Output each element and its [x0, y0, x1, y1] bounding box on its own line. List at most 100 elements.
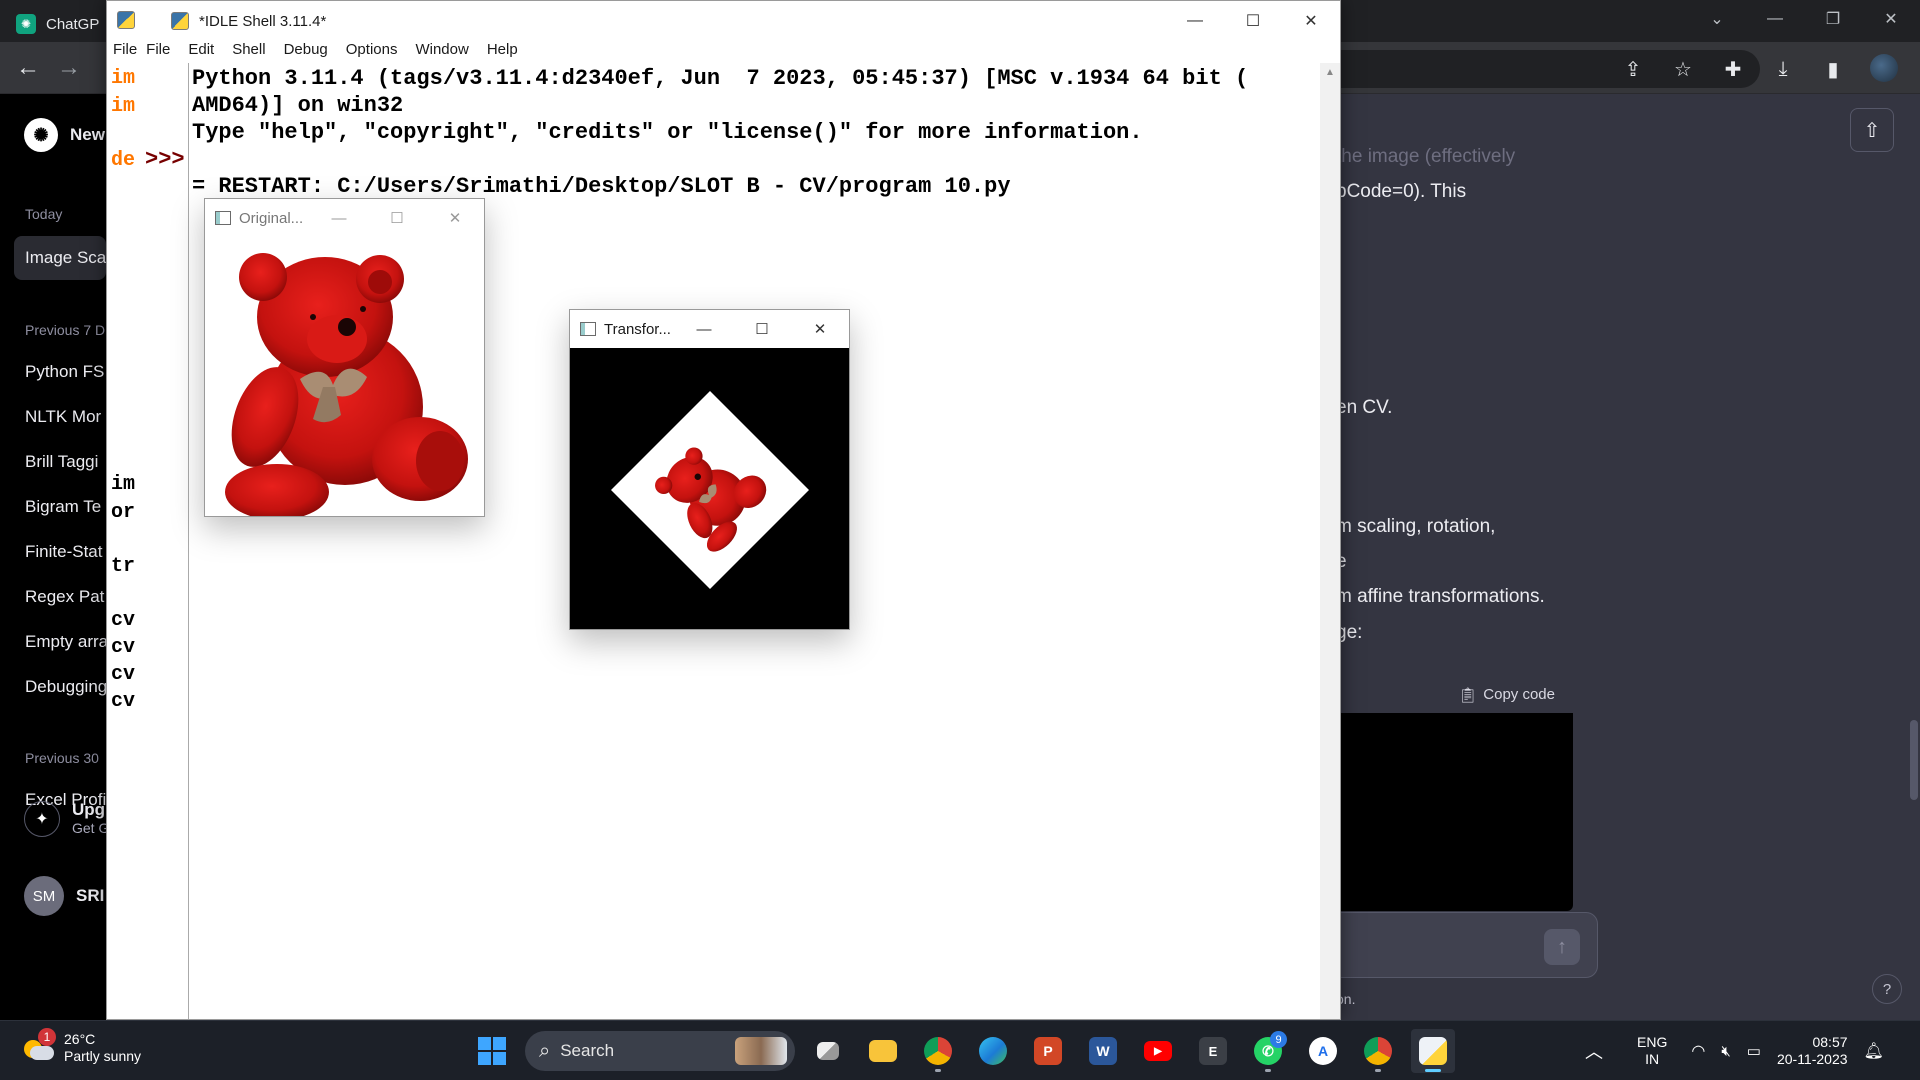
- send-button[interactable]: ↑: [1544, 929, 1580, 965]
- sidebar-item[interactable]: NLTK Mor: [25, 407, 101, 427]
- share-icon[interactable]: ⇪: [1620, 54, 1646, 84]
- menu-file[interactable]: File: [146, 41, 179, 63]
- close-button[interactable]: ✕: [426, 199, 484, 237]
- editor-code-fragment: tr: [111, 555, 136, 578]
- profile-avatar[interactable]: [1870, 54, 1898, 82]
- scroll-up-arrow-icon[interactable]: ▲: [1325, 67, 1335, 78]
- sidebar-item[interactable]: Regex Pat: [25, 587, 104, 607]
- folder-icon: [869, 1040, 897, 1062]
- word-taskbar-button[interactable]: W: [1081, 1029, 1125, 1073]
- maximize-button[interactable]: ☐: [368, 199, 426, 237]
- sidebar-item-image-scaling[interactable]: Image Sca: [25, 248, 106, 268]
- azure-a-icon: A: [1309, 1037, 1337, 1065]
- chevron-down-icon[interactable]: ⌄: [1688, 0, 1746, 38]
- edge-taskbar-button[interactable]: [971, 1029, 1015, 1073]
- teddy-bear-illustration: [225, 253, 468, 516]
- input-language[interactable]: ENG IN: [1637, 1034, 1667, 1068]
- menu-shell[interactable]: Shell: [223, 41, 274, 63]
- chrome-taskbar-button[interactable]: [916, 1029, 960, 1073]
- upload-icon: ⇧: [1863, 119, 1881, 142]
- menu-help[interactable]: Help: [478, 41, 527, 63]
- download-icon[interactable]: ⤓: [1770, 54, 1796, 84]
- forward-arrow-icon[interactable]: →: [57, 54, 81, 82]
- editor-code-fragment: or: [111, 501, 136, 524]
- sidebar-item[interactable]: Bigram Te: [25, 497, 101, 517]
- back-arrow-icon[interactable]: ←: [16, 54, 40, 82]
- start-button[interactable]: [470, 1029, 514, 1073]
- menu-window[interactable]: Window: [406, 41, 477, 63]
- shell-output[interactable]: Python 3.11.4 (tags/v3.11.4:d2340ef, Jun…: [192, 65, 1248, 200]
- help-button[interactable]: ?: [1872, 974, 1902, 1004]
- close-button[interactable]: ✕: [791, 310, 849, 348]
- menu-file-behind[interactable]: File: [107, 41, 146, 63]
- minimize-button[interactable]: —: [1166, 1, 1224, 41]
- sidebar-item[interactable]: Debugging: [25, 677, 107, 697]
- search-highlight-image: [735, 1037, 787, 1065]
- notification-bell-icon[interactable]: 🔔︎: [1864, 1041, 1884, 1061]
- weather-widget[interactable]: 1 26°C Partly sunny: [22, 1028, 141, 1065]
- extensions-puzzle-icon[interactable]: ✚: [1720, 54, 1746, 84]
- clock[interactable]: 08:57 20-11-2023: [1777, 1034, 1848, 1068]
- menu-options[interactable]: Options: [337, 41, 407, 63]
- user-account-button[interactable]: SM SRI: [24, 876, 104, 916]
- search-label: Search: [560, 1041, 615, 1060]
- idle-titlebar[interactable]: *IDLE Shell 3.11.4* — ☐ ✕: [107, 1, 1340, 41]
- editor-code-fragment: de: [111, 149, 136, 172]
- maximize-button[interactable]: ☐: [1224, 1, 1282, 41]
- app-store-taskbar-button[interactable]: A: [1301, 1029, 1345, 1073]
- file-explorer-button[interactable]: [861, 1029, 905, 1073]
- taskbar-search-box[interactable]: ⌕ Search: [525, 1031, 795, 1071]
- idle-taskbar-button[interactable]: [1411, 1029, 1455, 1073]
- battery-icon[interactable]: ▭: [1747, 1042, 1761, 1060]
- youtube-taskbar-button[interactable]: ▶: [1136, 1029, 1180, 1073]
- share-chat-button[interactable]: ⇧: [1850, 108, 1894, 152]
- new-chat-button[interactable]: ✺ New: [24, 118, 105, 152]
- copy-code-button[interactable]: 📋︎ Copy code: [1335, 676, 1573, 714]
- maximize-button[interactable]: ☐: [733, 310, 791, 348]
- windows-taskbar: 1 26°C Partly sunny ⌕ Search P W ▶ E ✆ 9…: [0, 1020, 1920, 1080]
- upgrade-plan-button[interactable]: ✦ Upg Get G: [24, 800, 109, 838]
- chrome-profile-taskbar-button[interactable]: [1356, 1029, 1400, 1073]
- idle-window-controls: — ☐ ✕: [1166, 1, 1340, 41]
- menu-edit[interactable]: Edit: [179, 41, 223, 63]
- task-view-button[interactable]: [806, 1029, 850, 1073]
- chrome-tab-chatgpt[interactable]: ✺ ChatGP: [16, 6, 99, 42]
- chatgpt-logo-icon: ✺: [24, 118, 58, 152]
- python-idle-icon: [1419, 1037, 1447, 1065]
- close-button[interactable]: ✕: [1282, 1, 1340, 41]
- sidebar-item[interactable]: Empty arra: [25, 632, 108, 652]
- cv-window-titlebar[interactable]: Transfor... — ☐ ✕: [570, 310, 849, 348]
- editor-code-fragment: cv: [111, 609, 136, 632]
- cv-window-titlebar[interactable]: Original... — ☐ ✕: [205, 199, 484, 237]
- page-scrollbar[interactable]: [1910, 720, 1918, 800]
- notification-badge: 1: [38, 1028, 56, 1046]
- sidebar-item[interactable]: Brill Taggi: [25, 452, 98, 472]
- new-chat-label: New: [70, 125, 105, 144]
- chrome-window-controls: ⌄ — ❐ ✕: [1688, 0, 1920, 38]
- speaker-muted-icon[interactable]: 🔇︎: [1721, 1043, 1730, 1060]
- partly-sunny-icon: 1: [22, 1028, 56, 1062]
- powerpoint-taskbar-button[interactable]: P: [1026, 1029, 1070, 1073]
- chevron-up-icon[interactable]: ︿: [1585, 1038, 1603, 1064]
- whatsapp-taskbar-button[interactable]: ✆ 9: [1246, 1029, 1290, 1073]
- bookmark-star-icon[interactable]: ☆: [1670, 54, 1696, 84]
- opencv-window-icon: [215, 211, 231, 225]
- app-e-taskbar-button[interactable]: E: [1191, 1029, 1235, 1073]
- sidebar-item[interactable]: Finite-Stat: [25, 542, 102, 562]
- minimize-button[interactable]: —: [310, 199, 368, 237]
- transformed-image: [570, 348, 849, 629]
- windows-logo-icon: [478, 1037, 506, 1065]
- time: 08:57: [1812, 1034, 1848, 1050]
- wifi-icon[interactable]: ◠: [1691, 1041, 1705, 1061]
- chrome-tab-title: ChatGP: [46, 15, 100, 33]
- menu-debug[interactable]: Debug: [275, 41, 337, 63]
- sidebar-item[interactable]: Python FS: [25, 362, 104, 382]
- restore-button[interactable]: ❐: [1804, 0, 1862, 38]
- vertical-scrollbar[interactable]: ▲: [1320, 63, 1340, 1019]
- notification-badge: 9: [1270, 1031, 1287, 1048]
- side-panel-icon[interactable]: ▮: [1820, 54, 1846, 84]
- minimize-button[interactable]: —: [1746, 0, 1804, 38]
- close-button[interactable]: ✕: [1862, 0, 1920, 38]
- minimize-button[interactable]: —: [675, 310, 733, 348]
